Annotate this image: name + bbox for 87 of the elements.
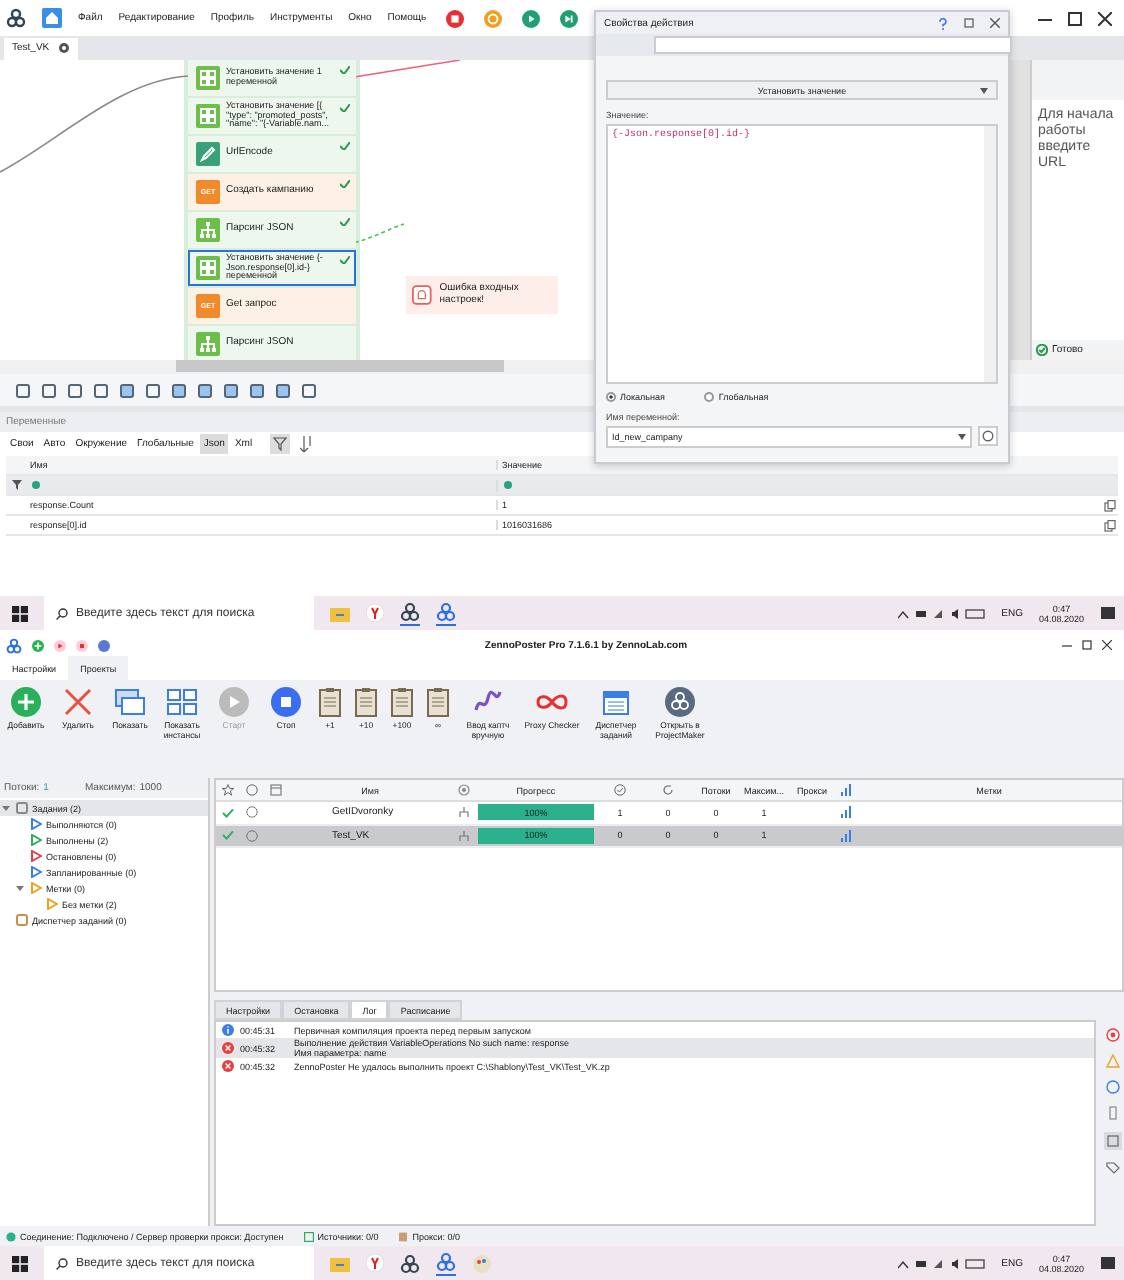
browser-icon[interactable] xyxy=(366,1254,384,1272)
globe-icon[interactable] xyxy=(240,784,264,796)
filter-cell-icon[interactable] xyxy=(502,479,514,489)
add-icon[interactable] xyxy=(32,639,44,651)
caret-icon xyxy=(2,804,10,812)
cross-icon xyxy=(62,686,94,718)
help-icon[interactable] xyxy=(938,17,948,29)
bar-chart-icon xyxy=(836,829,856,842)
error-icon xyxy=(222,1042,234,1054)
browser-toolbar xyxy=(1032,60,1124,100)
tag-icon[interactable] xyxy=(1105,1162,1119,1176)
gear-icon[interactable] xyxy=(452,784,476,796)
sort-icon[interactable] xyxy=(300,436,315,452)
filter-icon[interactable] xyxy=(270,434,291,454)
radio-button[interactable] xyxy=(606,392,616,402)
calendar-icon xyxy=(600,686,632,718)
window-icon[interactable] xyxy=(264,784,288,796)
tray-icons[interactable] xyxy=(897,1257,986,1269)
check-icon xyxy=(1036,344,1048,356)
folder-icon[interactable] xyxy=(330,605,350,621)
stop-icon[interactable] xyxy=(446,9,465,27)
gear-icon[interactable] xyxy=(57,42,70,54)
notification-icon[interactable] xyxy=(1100,605,1116,621)
home-button[interactable] xyxy=(42,8,62,28)
clipboard-icon xyxy=(350,686,382,718)
clipboard-icon xyxy=(386,686,418,718)
app-icon[interactable] xyxy=(436,1251,456,1275)
scrollbar[interactable] xyxy=(1010,60,1030,360)
node-icon xyxy=(196,104,220,128)
app-icon[interactable] xyxy=(400,601,420,625)
node-icon xyxy=(196,142,220,166)
filter-icon xyxy=(6,480,28,490)
paint-icon[interactable] xyxy=(472,1253,492,1273)
play-icon[interactable] xyxy=(522,9,541,27)
node-icon xyxy=(196,66,220,90)
image-icon[interactable] xyxy=(1103,1132,1121,1150)
globe-icon xyxy=(240,829,264,842)
stop-icon[interactable] xyxy=(76,639,88,651)
search-icon xyxy=(56,1257,68,1269)
square-icon xyxy=(303,1231,314,1241)
status-dot-icon xyxy=(6,1231,16,1241)
play-icon xyxy=(218,686,250,718)
play-icon[interactable] xyxy=(54,639,66,651)
scrollbar[interactable] xyxy=(984,126,996,382)
caret-icon xyxy=(16,884,24,892)
box-icon xyxy=(398,1231,409,1241)
windows-icon xyxy=(114,686,146,718)
search-icon xyxy=(56,607,68,619)
windows-start-icon[interactable] xyxy=(12,605,28,621)
info-icon[interactable] xyxy=(1105,1080,1119,1094)
folder-icon[interactable] xyxy=(330,1255,350,1271)
step-icon[interactable] xyxy=(560,9,579,27)
tray-icons[interactable] xyxy=(897,607,986,619)
star-icon[interactable] xyxy=(216,784,240,796)
input-field[interactable] xyxy=(654,36,1012,54)
maximize-icon[interactable] xyxy=(1068,11,1082,25)
grid-icon xyxy=(166,686,198,718)
clipboard-icon xyxy=(422,686,454,718)
node-icon xyxy=(196,218,220,242)
notification-icon[interactable] xyxy=(1100,1255,1116,1271)
caret-icon xyxy=(980,87,988,93)
bar-chart-icon xyxy=(836,806,856,819)
logo-icon[interactable] xyxy=(6,8,26,28)
node-icon xyxy=(196,332,220,356)
error-icon xyxy=(222,1060,234,1072)
clipboard-icon xyxy=(314,686,346,718)
stop-icon xyxy=(270,686,302,718)
radio-button[interactable] xyxy=(704,392,715,402)
close-icon[interactable] xyxy=(990,18,1000,28)
plus-circle-icon xyxy=(10,686,42,718)
app-icon[interactable] xyxy=(400,1253,420,1273)
bar-chart-icon[interactable] xyxy=(836,784,856,796)
maximize-icon[interactable] xyxy=(1082,640,1092,650)
browser-icon[interactable] xyxy=(366,604,384,622)
tree-icon xyxy=(16,914,28,926)
close-icon[interactable] xyxy=(1098,11,1112,25)
error-filter-icon[interactable] xyxy=(1105,1028,1119,1042)
logo-icon xyxy=(664,686,696,718)
globe-icon xyxy=(240,806,264,819)
node-icon xyxy=(196,256,220,280)
variable-button[interactable] xyxy=(978,426,998,446)
filter-cell-icon[interactable] xyxy=(30,479,42,489)
logo-icon[interactable] xyxy=(6,637,22,653)
windows-start-icon[interactable] xyxy=(12,1255,28,1271)
close-icon[interactable] xyxy=(1102,640,1112,650)
app-icon[interactable] xyxy=(436,601,456,625)
scrollbar[interactable] xyxy=(176,360,504,372)
